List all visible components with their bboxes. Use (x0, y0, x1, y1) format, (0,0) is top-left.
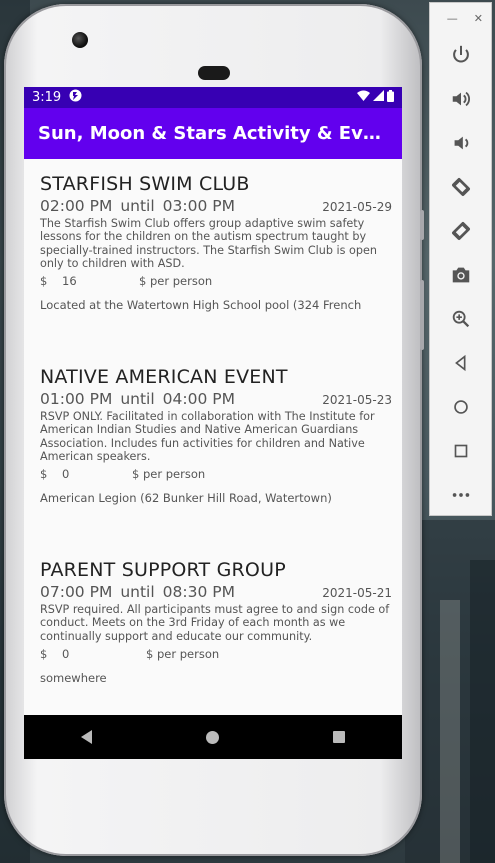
event-until-label: until (120, 390, 155, 408)
earpiece-speaker (198, 66, 230, 80)
minimize-icon[interactable]: — (447, 12, 458, 25)
event-end-time: 03:00 PM (162, 197, 235, 215)
android-nav-bar (24, 715, 402, 759)
overview-icon (454, 444, 467, 458)
event-time-row: 07:00 PM until 08:30 PM 2021-05-21 (40, 583, 392, 601)
event-time-row: 01:00 PM until 04:00 PM 2021-05-23 (40, 390, 392, 408)
event-end-time: 08:30 PM (162, 583, 235, 601)
event-title: NATIVE AMERICAN EVENT (40, 366, 288, 388)
price-per-label: $ per person (139, 274, 213, 289)
emulator-window-controls: — ✕ (430, 3, 491, 33)
phone-side-button (420, 210, 424, 240)
event-card-starfish-swim-club[interactable]: STARFISH SWIM CLUB 02:00 PM until 03:00 … (40, 159, 392, 352)
signal-icon (373, 90, 384, 105)
event-date: 2021-05-29 (322, 200, 392, 214)
emulator-control-panel: — ✕ (429, 2, 492, 516)
event-title: PARENT SUPPORT GROUP (40, 559, 286, 581)
event-price-row: $ 16 $ per person (40, 274, 392, 288)
event-start-time: 07:00 PM (40, 583, 113, 601)
price-per-label: $ per person (132, 467, 206, 482)
home-icon (453, 400, 468, 414)
more-icon (452, 493, 469, 497)
price-amount: 0 (62, 467, 70, 482)
notification-icon (69, 89, 82, 106)
volume-down-icon (454, 136, 468, 150)
event-list[interactable]: STARFISH SWIM CLUB 02:00 PM until 03:00 … (24, 159, 402, 738)
rotate-left-icon (451, 178, 470, 196)
price-amount: 16 (62, 274, 77, 289)
event-card-native-american-event[interactable]: NATIVE AMERICAN EVENT 01:00 PM until 04:… (40, 352, 392, 545)
price-amount: 0 (62, 646, 70, 661)
zoom-icon (452, 310, 469, 328)
nav-back-icon[interactable] (81, 730, 92, 744)
front-camera (72, 32, 88, 48)
event-time-row: 02:00 PM until 03:00 PM 2021-05-29 (40, 197, 392, 215)
event-location: Located at the Watertown High School poo… (40, 298, 362, 313)
price-currency: $ (40, 467, 48, 482)
battery-icon (387, 89, 394, 106)
event-start-time: 01:00 PM (40, 390, 113, 408)
app-bar: Sun, Moon & Stars Activity & Event Calen… (24, 108, 402, 159)
event-card-parent-support-group[interactable]: PARENT SUPPORT GROUP 07:00 PM until 08:3… (40, 545, 392, 738)
event-price-row: $ 0 $ per person (40, 647, 392, 661)
volume-up-icon (452, 91, 470, 107)
power-icon (452, 45, 469, 63)
price-currency: $ (40, 274, 48, 289)
event-location: American Legion (62 Bunker Hill Road, Wa… (40, 491, 332, 506)
event-description: The Starfish Swim Club offers group adap… (40, 217, 377, 270)
event-description: RSVP ONLY. Facilitated in collaboration … (40, 410, 375, 463)
wifi-icon (357, 90, 370, 105)
emulator-more-button[interactable] (430, 473, 491, 517)
nav-home-icon[interactable] (206, 730, 219, 744)
zoom-button[interactable] (430, 297, 491, 341)
event-price-row: $ 0 $ per person (40, 467, 392, 481)
event-location: somewhere (40, 670, 107, 685)
rotate-right-button[interactable] (430, 209, 491, 253)
emulator-overview-button[interactable] (430, 429, 491, 473)
event-end-time: 04:00 PM (162, 390, 235, 408)
volume-up-button[interactable] (430, 77, 491, 121)
rotate-right-icon (451, 222, 470, 240)
volume-down-button[interactable] (430, 121, 491, 165)
nav-overview-icon[interactable] (333, 731, 345, 743)
status-bar: 3:19 (24, 87, 402, 108)
emulator-home-button[interactable] (430, 385, 491, 429)
event-date: 2021-05-23 (322, 393, 392, 407)
price-per-label: $ per person (146, 646, 220, 661)
screenshot-button[interactable] (430, 253, 491, 297)
event-until-label: until (120, 197, 155, 215)
event-date: 2021-05-21 (322, 586, 392, 600)
device-screen: 3:19 Sun, Moon & Stars Activity & Event … (24, 87, 402, 759)
event-description: RSVP required. All participants must agr… (40, 603, 390, 643)
price-currency: $ (40, 646, 48, 661)
app-title: Sun, Moon & Stars Activity & Event Calen… (38, 123, 388, 144)
camera-icon (452, 267, 469, 283)
status-time: 3:19 (32, 90, 62, 105)
rotate-left-button[interactable] (430, 165, 491, 209)
emulator-back-button[interactable] (430, 341, 491, 385)
event-until-label: until (120, 583, 155, 601)
event-start-time: 02:00 PM (40, 197, 113, 215)
phone-side-button (420, 280, 424, 350)
event-title: STARFISH SWIM CLUB (40, 173, 250, 195)
close-icon[interactable]: ✕ (474, 12, 483, 25)
back-icon (454, 354, 465, 372)
power-button[interactable] (430, 33, 491, 77)
